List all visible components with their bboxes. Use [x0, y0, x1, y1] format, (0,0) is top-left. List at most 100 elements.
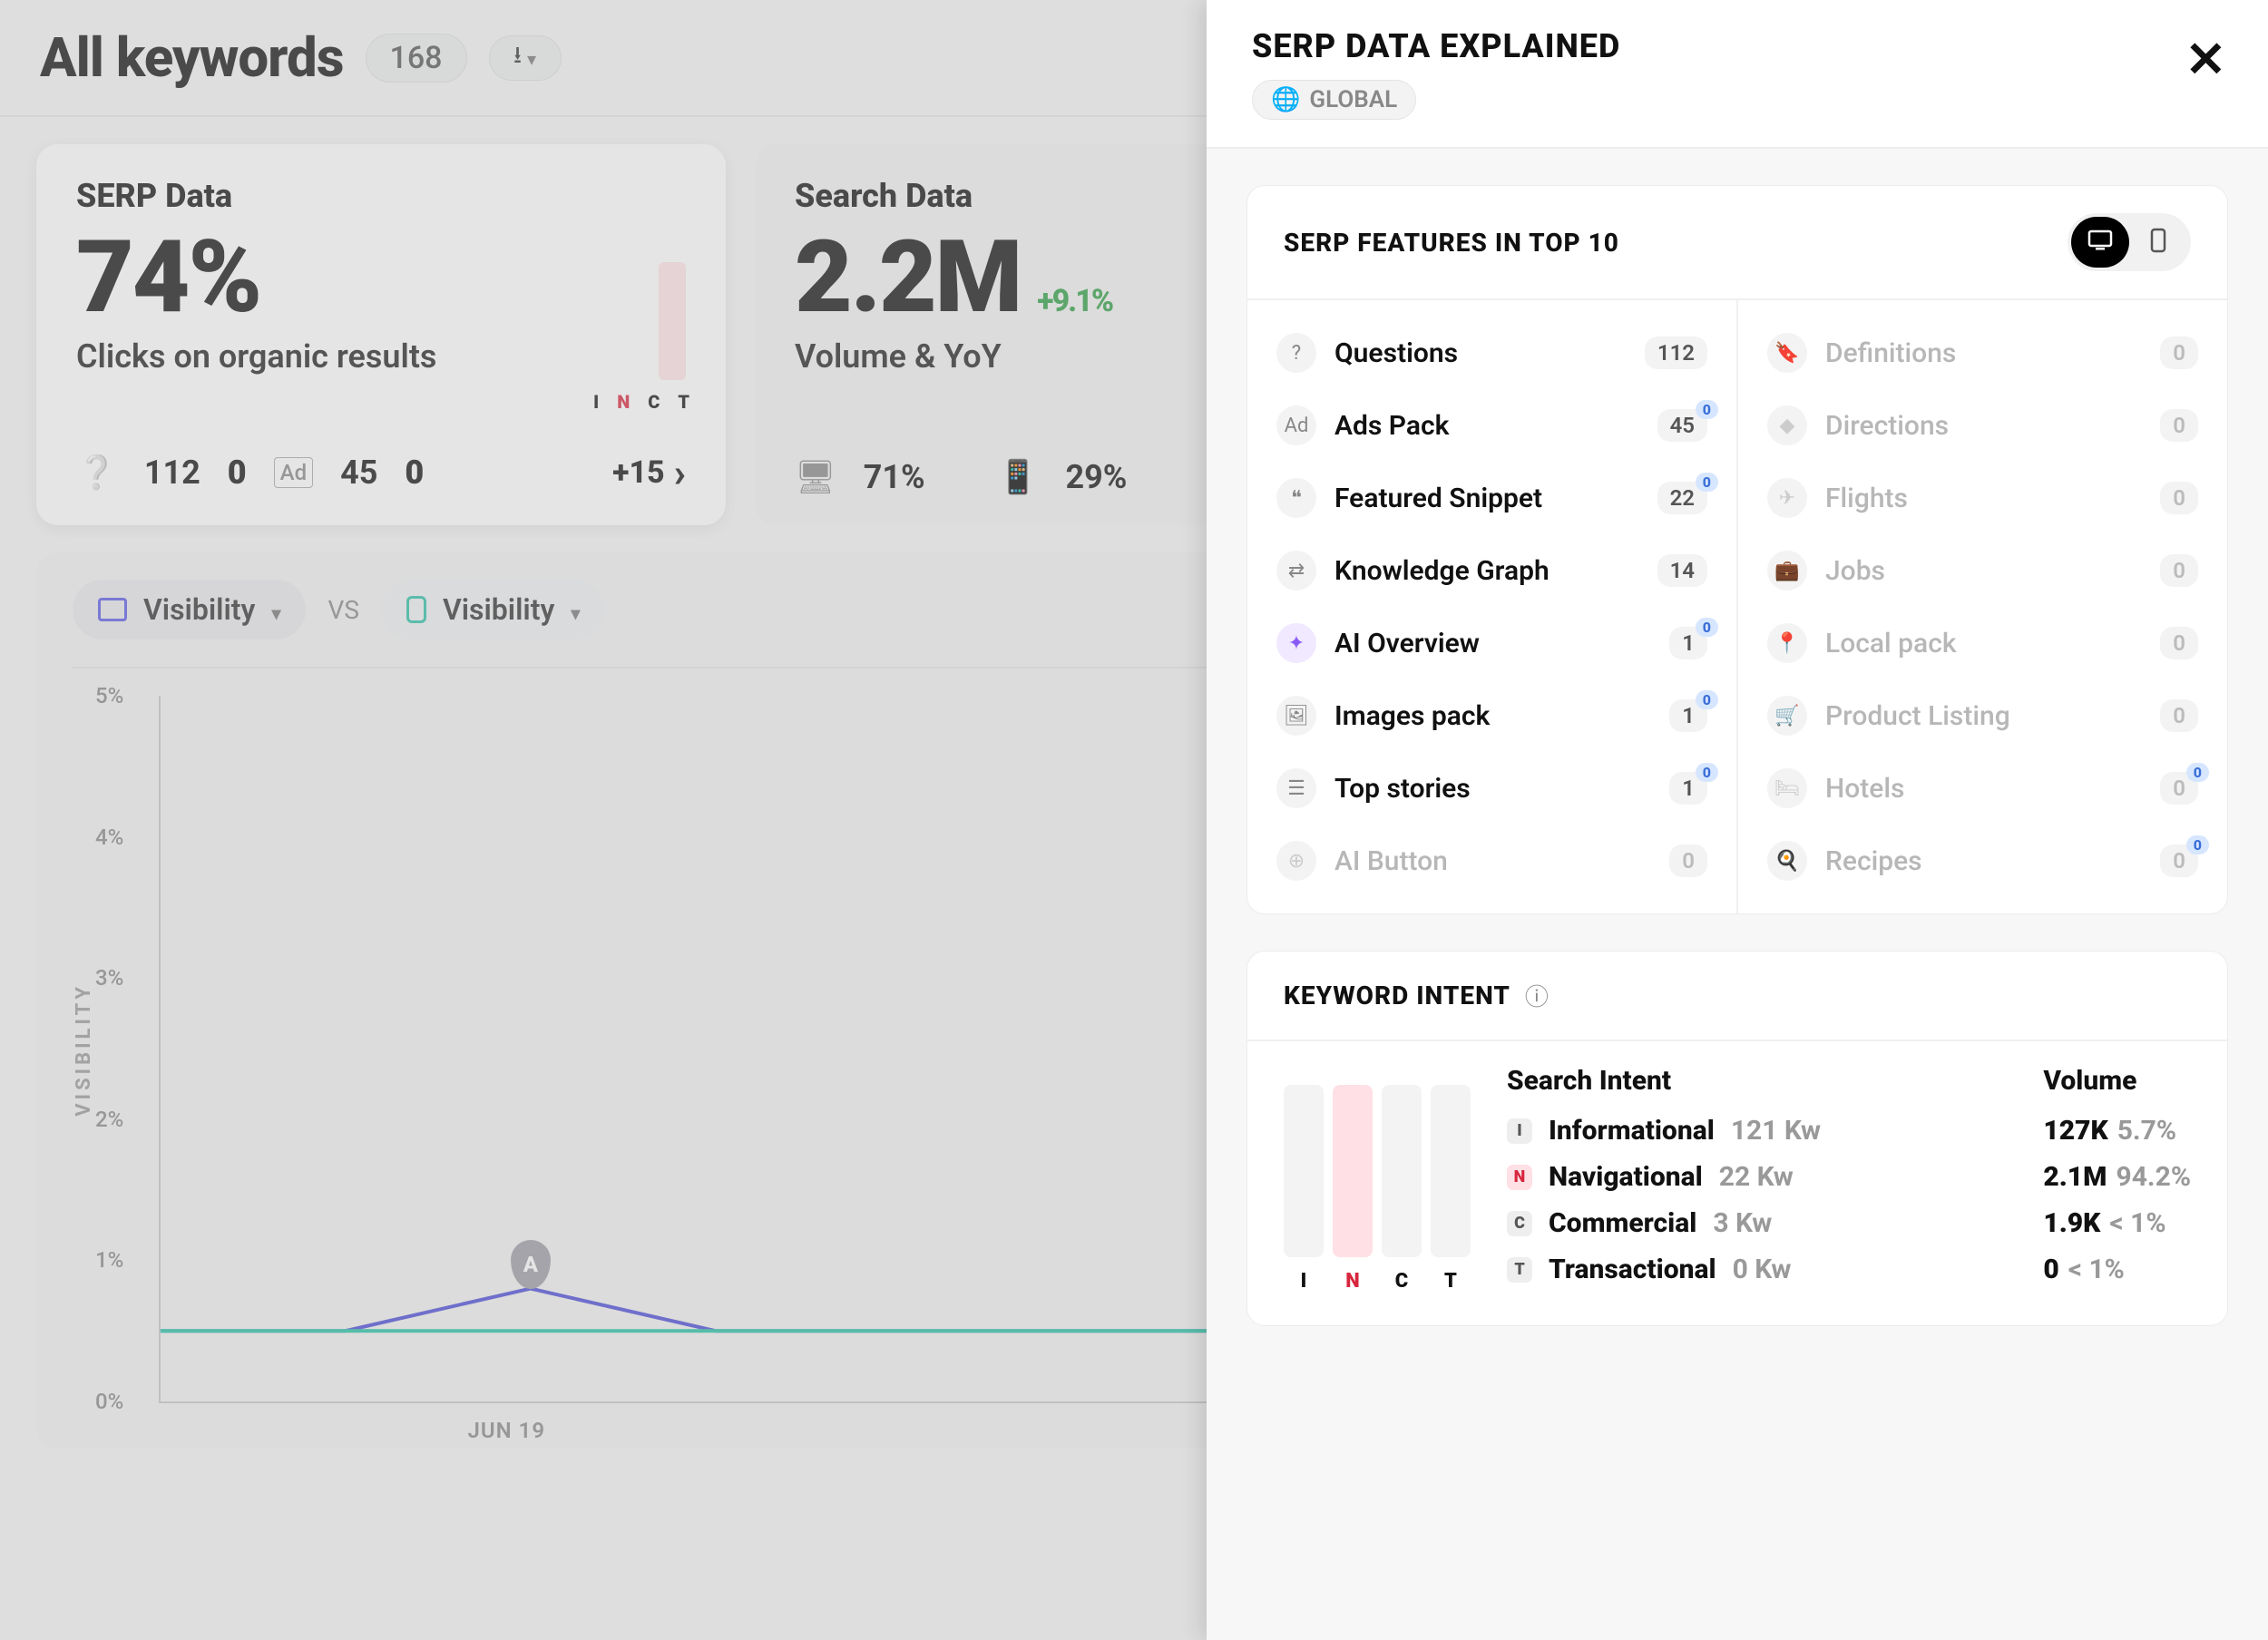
caret-down-icon	[271, 592, 280, 627]
feature-badge: 0	[1696, 618, 1718, 637]
ads-count: 45	[340, 454, 377, 492]
intent-bar: I	[1284, 1085, 1324, 1293]
intent-tag: T	[1507, 1257, 1532, 1283]
feature-row[interactable]: ?Questions112	[1276, 317, 1707, 389]
feature-label: Knowledge Graph	[1334, 555, 1639, 587]
feature-count: 0	[2160, 627, 2198, 659]
search-big-value: 2.2M	[795, 219, 1021, 336]
feature-label: Hotels	[1825, 773, 2142, 805]
feature-row[interactable]: ☰Top stories10	[1276, 752, 1707, 825]
feature-label: AI Button	[1334, 845, 1651, 877]
visibility-mobile-pill[interactable]: Visibility	[381, 580, 605, 639]
feature-row[interactable]: ❝Featured Snippet220	[1276, 462, 1707, 534]
serp-features-card: SERP FEATURES IN TOP 10 ?Questions	[1246, 185, 2228, 914]
panel-title: SERP DATA EXPLAINED	[1252, 27, 2223, 65]
feature-row[interactable]: 🖼Images pack10	[1276, 679, 1707, 752]
feature-icon: 🛏	[1767, 768, 1807, 808]
intent-bar: C	[1382, 1085, 1422, 1293]
feature-row[interactable]: AdAds Pack450	[1276, 389, 1707, 462]
caret-down-icon	[571, 592, 580, 627]
close-button[interactable]: ✕	[2185, 31, 2226, 89]
feature-row: ✈Flights0	[1767, 462, 2198, 534]
feature-icon: ✦	[1276, 623, 1316, 663]
feature-count: 14	[1657, 554, 1707, 587]
feature-icon: 💼	[1767, 551, 1807, 591]
serp-sub: Clicks on organic results	[76, 337, 686, 376]
y-tick: 0%	[95, 1389, 123, 1414]
feature-count: 0	[2160, 337, 2198, 369]
feature-count: 0	[2160, 699, 2198, 732]
caret-down-icon	[527, 44, 536, 72]
feature-badge: 0	[1696, 763, 1718, 782]
desktop-icon	[795, 458, 836, 496]
feature-label: Local pack	[1825, 628, 2142, 659]
feature-row[interactable]: ⇄ Knowledge Graph 14	[1276, 534, 1707, 607]
feature-icon: ⇄	[1276, 551, 1316, 591]
panel-global-badge[interactable]: GLOBAL	[1252, 80, 1416, 120]
intent-row: NNavigational22 Kw	[1507, 1154, 1989, 1200]
serp-data-card[interactable]: SERP Data 74% Clicks on organic results …	[36, 144, 726, 525]
globe-icon	[1271, 86, 1300, 113]
intent-tag: I	[1507, 1118, 1532, 1144]
y-tick: 1%	[95, 1247, 123, 1273]
serp-more[interactable]: +15	[612, 449, 686, 496]
feature-icon: ◆	[1767, 405, 1807, 445]
device-toggle[interactable]	[2068, 213, 2191, 271]
feature-row: 🛏Hotels00	[1767, 752, 2198, 825]
feature-icon: ✈	[1767, 478, 1807, 518]
feature-count: 00	[2160, 844, 2198, 877]
feature-label: Top stories	[1334, 773, 1651, 805]
intent-tag: C	[1507, 1211, 1532, 1236]
intent-kw: 121 Kw	[1731, 1115, 1821, 1147]
x-tick: JUN 19	[468, 1418, 546, 1443]
desktop-share: 71%	[864, 458, 925, 496]
feature-row: 📍 Local pack 0	[1767, 607, 2198, 679]
feature-label: Questions	[1334, 337, 1627, 369]
keyword-count-pill[interactable]: 168	[366, 34, 467, 83]
feature-label: Product Listing	[1825, 700, 2142, 732]
feature-row: 🍳Recipes00	[1767, 825, 2198, 897]
feature-icon: 🔖	[1767, 333, 1807, 373]
intent-bar-chart: INCT	[1284, 1065, 1471, 1293]
feature-icon: 📍	[1767, 623, 1807, 663]
feature-label: Flights	[1825, 483, 2142, 514]
info-icon[interactable]: ⓘ	[1525, 979, 1549, 1012]
mobile-icon	[2150, 228, 2166, 257]
feature-icon: ⊕	[1276, 841, 1316, 881]
keyword-intent-card: KEYWORD INTENT ⓘ INCT Search Intent IInf…	[1246, 951, 2228, 1326]
intent-bar: N	[1333, 1085, 1373, 1293]
feature-badge: 0	[1696, 473, 1718, 492]
device-mobile-option[interactable]	[2129, 217, 2187, 268]
mobile-icon	[998, 458, 1039, 496]
chevron-right-icon	[674, 449, 686, 496]
y-tick: 4%	[95, 825, 123, 850]
download-button[interactable]	[489, 35, 562, 81]
device-desktop-option[interactable]	[2071, 217, 2129, 268]
feature-count: 112	[1645, 337, 1707, 369]
volume-head: Volume	[2043, 1065, 2191, 1097]
intent-kw: 3 Kw	[1713, 1207, 1772, 1239]
page-title: All keywords	[40, 25, 344, 90]
y-axis-label: VISIBILITY	[73, 983, 95, 1117]
feature-label: Directions	[1825, 410, 2142, 442]
visibility-desktop-pill[interactable]: Visibility	[73, 580, 306, 639]
intent-tag: N	[1507, 1165, 1532, 1190]
y-tick: 2%	[95, 1107, 123, 1132]
feature-count: 10	[1669, 772, 1707, 805]
mobile-share: 29%	[1065, 458, 1127, 496]
intent-bar: T	[1431, 1085, 1471, 1293]
download-icon	[513, 38, 522, 78]
intent-row: TTransactional0 Kw	[1507, 1246, 1989, 1293]
intent-row: CCommercial3 Kw	[1507, 1200, 1989, 1246]
search-delta: +9.1%	[1037, 283, 1112, 319]
questions-count: 112	[144, 454, 200, 492]
feature-icon: 🛒	[1767, 696, 1807, 736]
ads-icon: Ad	[274, 457, 313, 488]
volume-row: 127K5.7%	[2043, 1108, 2191, 1154]
feature-badge: 0	[2186, 835, 2209, 854]
intent-kw: 22 Kw	[1719, 1161, 1794, 1193]
mobile-outline-icon	[406, 596, 426, 623]
feature-row[interactable]: ✦AI Overview10	[1276, 607, 1707, 679]
serp-card-title: SERP Data	[76, 177, 686, 215]
questions-bold: 0	[228, 454, 247, 492]
